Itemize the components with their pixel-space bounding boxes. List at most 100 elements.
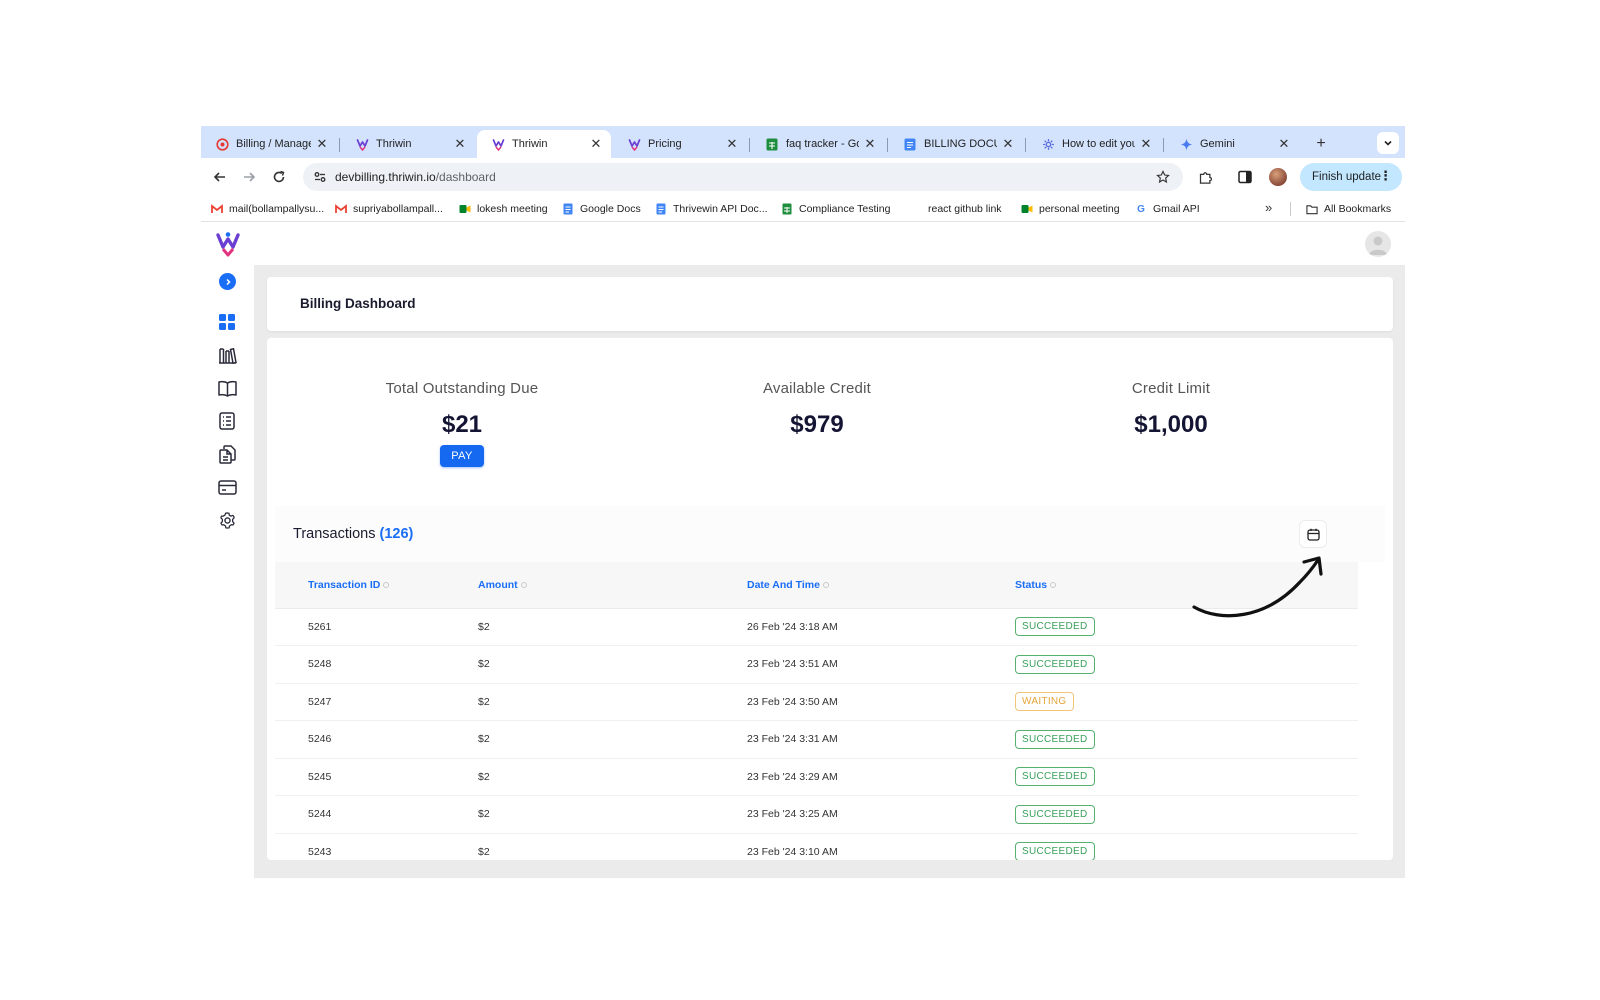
- sort-icon[interactable]: [1050, 581, 1057, 588]
- all-bookmarks-button[interactable]: All Bookmarks: [1306, 200, 1391, 218]
- tab-pricing[interactable]: Pricing ✕: [613, 130, 747, 158]
- pay-button[interactable]: PAY: [440, 445, 484, 467]
- finish-update-label: Finish update: [1312, 171, 1382, 183]
- all-bookmarks-label: All Bookmarks: [1324, 203, 1392, 215]
- table-row[interactable]: 5243 $2 23 Feb '24 3:10 AM SUCCEEDED: [275, 833, 1358, 860]
- close-icon[interactable]: ✕: [315, 136, 329, 151]
- table-row[interactable]: 5246 $2 23 Feb '24 3:31 AM SUCCEEDED: [275, 720, 1358, 759]
- browser-toolbar: devbilling.thriwin.io/dashboard Finish u…: [201, 158, 1405, 196]
- tab-divider: [1025, 138, 1026, 152]
- close-icon[interactable]: ✕: [589, 136, 603, 151]
- tab-thriwin-active[interactable]: Thriwin ✕: [477, 130, 611, 158]
- tab-title: BILLING DOCUM: [924, 138, 997, 150]
- status-badge: WAITING: [1015, 692, 1074, 712]
- tab-divider: [887, 138, 888, 152]
- table-row[interactable]: 5248 $2 23 Feb '24 3:51 AM SUCCEEDED: [275, 645, 1358, 684]
- puzzle-icon: [1199, 171, 1212, 184]
- tab-search-button[interactable]: [1377, 132, 1399, 154]
- tab-divider: [749, 138, 750, 152]
- annotation-arrow: [1192, 556, 1323, 618]
- site-settings-icon[interactable]: [309, 166, 331, 188]
- tab-faq-tracker[interactable]: faq tracker - Go ✕: [751, 130, 885, 158]
- table-row[interactable]: 5245 $2 23 Feb '24 3:29 AM SUCCEEDED: [275, 758, 1358, 796]
- side-navigation: [201, 223, 253, 878]
- column-header-date-time[interactable]: Date And Time: [747, 562, 1015, 609]
- bookmark-item[interactable]: Thrivewin API Doc...: [655, 200, 768, 218]
- cell-date-time: 26 Feb '24 3:18 AM: [747, 608, 1015, 646]
- nav-guides[interactable]: [216, 377, 238, 399]
- bookmark-star-icon[interactable]: [1153, 167, 1173, 187]
- close-icon[interactable]: ✕: [863, 136, 877, 151]
- close-icon[interactable]: ✕: [1001, 136, 1015, 151]
- table-row[interactable]: 5244 $2 23 Feb '24 3:25 AM SUCCEEDED: [275, 795, 1358, 834]
- status-badge: SUCCEEDED: [1015, 654, 1095, 674]
- stat-label: Credit Limit: [1131, 380, 1211, 397]
- billing-app: Billing Dashboard Total Outstanding Due …: [201, 223, 1405, 878]
- sort-icon[interactable]: [520, 581, 527, 588]
- close-icon[interactable]: ✕: [1277, 136, 1291, 151]
- reload-button[interactable]: [268, 166, 290, 188]
- nav-library[interactable]: [216, 344, 238, 366]
- address-bar[interactable]: devbilling.thriwin.io/dashboard: [303, 163, 1183, 191]
- column-header-label: Status: [1015, 578, 1048, 591]
- close-icon[interactable]: ✕: [453, 136, 467, 151]
- bookmark-label: mail(bollampallysu...: [229, 203, 325, 215]
- bookmark-item[interactable]: react github link: [928, 200, 1002, 218]
- billing-favicon: [215, 137, 229, 151]
- nav-invoices[interactable]: [216, 410, 238, 432]
- cell-transaction-id: 5243: [275, 833, 478, 860]
- bookmark-item[interactable]: supriyabollampall...: [335, 200, 443, 218]
- tab-billing-document[interactable]: BILLING DOCUM ✕: [889, 130, 1023, 158]
- credit-card-icon: [217, 479, 237, 495]
- finish-update-button[interactable]: Finish update ⋮: [1300, 163, 1402, 191]
- close-icon[interactable]: ✕: [725, 136, 739, 151]
- expand-sidebar-button[interactable]: [219, 273, 236, 290]
- side-panel-button[interactable]: [1234, 166, 1256, 188]
- sort-icon[interactable]: [822, 581, 829, 588]
- back-button[interactable]: [209, 166, 231, 188]
- bookmark-item[interactable]: Compliance Testing: [781, 200, 890, 218]
- tab-title: Billing / Manage: [236, 138, 311, 150]
- bookmarks-overflow-button[interactable]: »: [1265, 200, 1272, 215]
- nav-settings[interactable]: [216, 509, 238, 531]
- close-icon[interactable]: ✕: [1139, 136, 1153, 151]
- extensions-button[interactable]: [1194, 166, 1216, 188]
- transactions-title: Transactions (126): [293, 526, 413, 542]
- screenshot-canvas: Billing / Manage ✕ Thriwin ✕ Thriwin ✕ P…: [0, 0, 1600, 1000]
- nav-payment-methods[interactable]: [216, 476, 238, 498]
- column-header-amount[interactable]: Amount: [478, 562, 747, 609]
- dashboard-grid-icon: [219, 314, 235, 330]
- docs-icon: [562, 203, 574, 215]
- bookmark-item[interactable]: G Gmail API: [1135, 200, 1200, 218]
- tab-title: Thriwin: [376, 138, 412, 150]
- tab-gemini[interactable]: Gemini ✕: [1165, 130, 1299, 158]
- gemini-favicon: [1179, 137, 1193, 151]
- cell-amount: $2: [478, 833, 747, 860]
- column-header-transaction-id[interactable]: Transaction ID: [275, 562, 478, 609]
- user-avatar[interactable]: [1365, 231, 1391, 257]
- nav-documents[interactable]: [216, 443, 238, 465]
- bookmark-item[interactable]: personal meeting: [1021, 200, 1120, 218]
- sort-icon[interactable]: [383, 581, 390, 588]
- bookmark-item[interactable]: mail(bollampallysu...: [211, 200, 324, 218]
- tab-thriwin-1[interactable]: Thriwin ✕: [341, 130, 475, 158]
- new-tab-button[interactable]: +: [1309, 132, 1333, 156]
- nav-dashboard[interactable]: [216, 311, 238, 333]
- page-header-card: Billing Dashboard: [267, 277, 1393, 331]
- thriwin-favicon: [627, 137, 641, 151]
- forward-button[interactable]: [238, 166, 260, 188]
- cell-date-time: 23 Feb '24 3:51 AM: [747, 645, 1015, 684]
- bookmark-item[interactable]: Google Docs: [562, 200, 641, 218]
- reload-icon: [273, 170, 285, 183]
- thriwin-logo[interactable]: [215, 231, 241, 257]
- profile-avatar[interactable]: [1269, 168, 1287, 186]
- tab-billing-manage[interactable]: Billing / Manage ✕: [201, 130, 337, 158]
- more-vertical-icon: ⋮: [1379, 168, 1392, 183]
- cell-amount: $2: [478, 645, 747, 684]
- meet-icon: [459, 203, 471, 215]
- cell-date-time: 23 Feb '24 3:10 AM: [747, 833, 1015, 860]
- bookmark-item[interactable]: lokesh meeting: [459, 200, 548, 218]
- tab-how-to-edit[interactable]: How to edit your ✕: [1027, 130, 1161, 158]
- table-row[interactable]: 5247 $2 23 Feb '24 3:50 AM WAITING: [275, 683, 1358, 721]
- date-filter-button[interactable]: [1299, 520, 1327, 548]
